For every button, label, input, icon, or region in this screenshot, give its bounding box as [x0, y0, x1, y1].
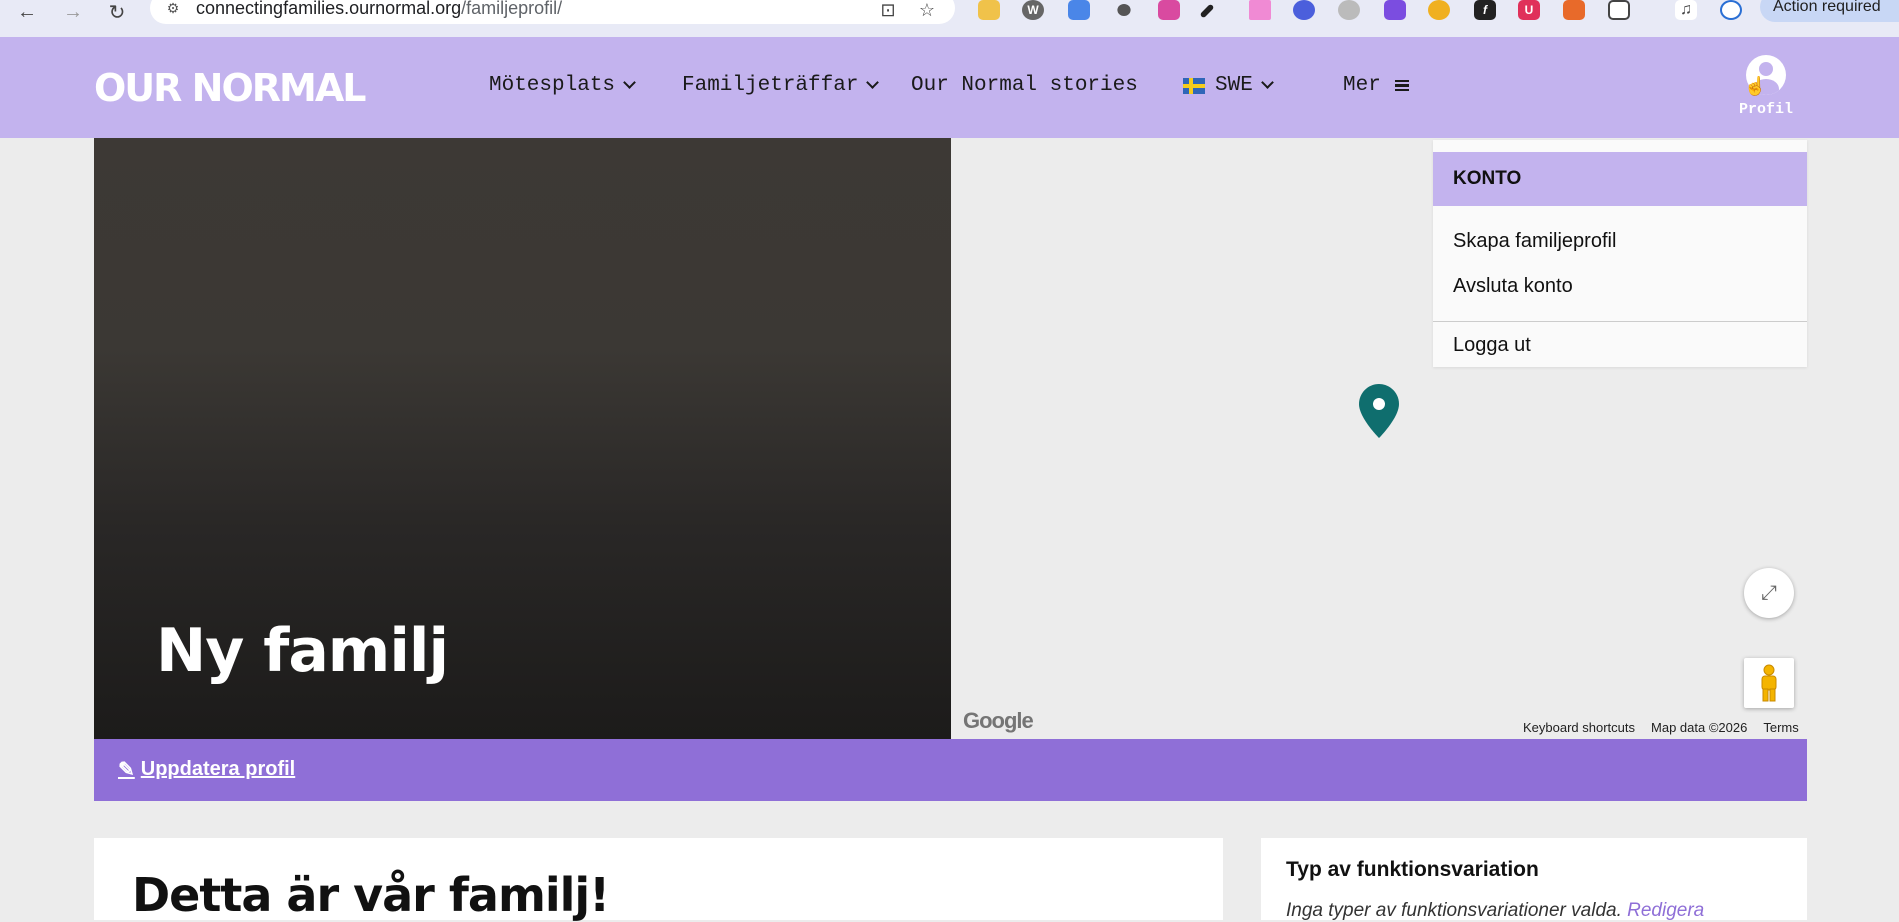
no-types-text: Inga typer av funktionsvariationer valda…	[1286, 900, 1622, 921]
family-heading: Detta är vår familj!	[132, 868, 610, 922]
extension-icon[interactable]	[1293, 0, 1315, 20]
divider	[1433, 321, 1807, 322]
reload-icon[interactable]: ↻	[102, 0, 132, 24]
extension-icon[interactable]: U	[1518, 0, 1540, 20]
chevron-down-icon	[623, 76, 636, 89]
eyedropper-icon[interactable]	[1199, 3, 1215, 19]
swedish-flag-icon	[1183, 77, 1205, 94]
menu-icon	[1394, 80, 1409, 91]
wordpress-icon[interactable]: W	[1022, 0, 1044, 20]
dropdown-heading: KONTO	[1433, 152, 1807, 206]
update-profile-bar: ✎ Uppdatera profil	[94, 739, 1807, 801]
disability-type-card: Typ av funktionsvariation Inga typer av …	[1261, 838, 1807, 922]
fullscreen-icon[interactable]: ⤢	[1744, 568, 1794, 618]
pencil-icon: ✎	[118, 759, 135, 781]
account-dropdown: KONTO Skapa familjeprofil Avsluta konto …	[1433, 140, 1807, 367]
nav-label: Mer	[1343, 74, 1381, 97]
extension-icon[interactable]	[1249, 0, 1271, 20]
nav-language[interactable]: SWE	[1183, 74, 1274, 97]
map-pin-icon[interactable]	[1359, 384, 1399, 438]
nav-label: Mötesplats	[489, 74, 616, 97]
back-icon[interactable]: ←	[12, 0, 42, 24]
nav-our-normal-stories[interactable]: Our Normal stories	[911, 75, 1138, 96]
update-profile-link[interactable]: ✎ Uppdatera profil	[118, 757, 295, 782]
hand-cursor-icon: ☝	[1744, 76, 1767, 96]
google-logo: Google	[963, 708, 1034, 733]
extensions-puzzle-icon[interactable]	[1608, 0, 1630, 20]
extension-icon[interactable]	[1158, 0, 1180, 20]
chevron-down-icon	[866, 76, 880, 89]
edit-link[interactable]: Redigera	[1627, 900, 1704, 921]
family-card: Detta är vår familj!	[94, 838, 1223, 922]
browser-toolbar: ← → ↻ ⚙ connectingfamilies.ournormal.org…	[0, 0, 1899, 37]
nav-label: Familjeträffar	[682, 74, 859, 97]
map-data-label: Map data ©2026	[1651, 720, 1748, 735]
extension-icon[interactable]	[978, 0, 1000, 20]
site-info-icon[interactable]: ⚙	[162, 0, 184, 16]
map-attribution: Keyboard shortcuts Map data ©2026 Terms	[1523, 720, 1799, 735]
hero-image: Ny familj	[94, 138, 951, 739]
formula-icon[interactable]: f	[1474, 0, 1496, 20]
menu-item-skapa-familjeprofil[interactable]: Skapa familjeprofil	[1453, 230, 1616, 253]
action-required-button[interactable]: Action required	[1760, 0, 1899, 22]
nav-label: Our Normal stories	[911, 74, 1138, 97]
address-bar[interactable]: ⚙ connectingfamilies.ournormal.org/famil…	[150, 0, 955, 24]
nav-mer[interactable]: Mer	[1343, 75, 1409, 96]
extension-icon[interactable]	[1563, 0, 1585, 20]
extension-icon[interactable]	[1428, 0, 1450, 20]
menu-item-logga-ut[interactable]: Logga ut	[1453, 334, 1531, 357]
chevron-down-icon	[1260, 76, 1274, 89]
url-text[interactable]: connectingfamilies.ournormal.org/familje…	[196, 0, 562, 19]
street-view-pegman-icon[interactable]	[1744, 658, 1794, 708]
record-icon[interactable]	[1117, 4, 1131, 16]
translate-icon[interactable]: ⊡	[876, 0, 900, 20]
nav-motesplats[interactable]: Mötesplats	[489, 74, 636, 97]
media-icon[interactable]: ♫	[1675, 0, 1697, 20]
terms-link[interactable]: Terms	[1763, 720, 1798, 735]
menu-item-avsluta-konto[interactable]: Avsluta konto	[1453, 275, 1573, 298]
nav-familjetraffar[interactable]: Familjeträffar	[682, 74, 880, 97]
profile-label: Profil	[1738, 101, 1793, 118]
site-logo[interactable]: OUR NORMAL	[94, 69, 366, 107]
disability-type-heading: Typ av funktionsvariation	[1286, 858, 1539, 881]
extension-icon[interactable]	[1068, 0, 1090, 20]
extension-icon[interactable]	[1384, 0, 1406, 20]
keyboard-shortcuts-link[interactable]: Keyboard shortcuts	[1523, 720, 1635, 735]
profile-icon[interactable]	[1720, 0, 1742, 20]
family-title: Ny familj	[156, 616, 449, 686]
compass-icon[interactable]	[1338, 0, 1360, 20]
site-header: OUR NORMAL Mötesplats Familjeträffar Our…	[0, 37, 1899, 138]
bookmark-star-icon[interactable]: ☆	[915, 0, 939, 20]
disability-type-note: Inga typer av funktionsvariationer valda…	[1286, 900, 1704, 922]
update-profile-label: Uppdatera profil	[140, 758, 296, 780]
nav-label: SWE	[1215, 74, 1253, 97]
forward-icon[interactable]: →	[58, 0, 88, 24]
